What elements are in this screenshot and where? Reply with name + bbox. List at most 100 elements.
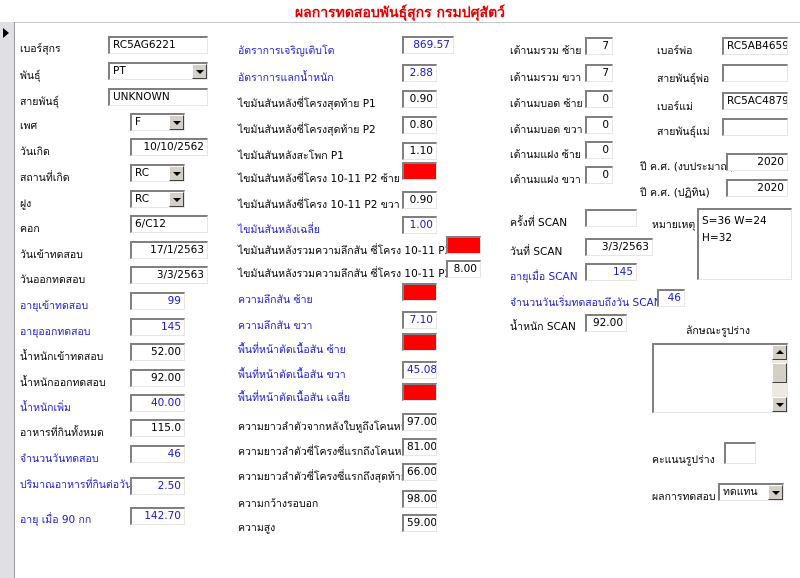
teats-inverted-right-field[interactable]: 0 [585,166,613,184]
bf-total-left-field[interactable] [446,236,481,254]
loin-area-left-label: พื้นที่หน้าตัดเนื้อสัน ซ้าย [238,344,346,356]
weight-out-label: น้ำหนักออกทดสอบ [20,377,106,389]
teats-total-left-field[interactable]: 7 [585,37,613,55]
remark-memo[interactable]: S=36 W=24 H=32 [697,208,792,280]
conformation-label: ลักษณะรูปร่าง [686,325,751,337]
chevron-down-icon[interactable] [169,166,184,181]
scroll-down-arrow-icon[interactable] [772,397,787,412]
loin-area-right-field[interactable]: 45.08 [402,361,437,379]
feed-per-day-label: ปริมาณอาหารที่กินต่อวัน [20,479,133,491]
sex-value: F [135,116,142,128]
scan-date-label: วันที่ SCAN [510,246,563,258]
loin-depth-right-field[interactable]: 7.10 [402,311,437,329]
test-in-date-label: วันเข้าทดสอบ [20,249,83,261]
pig-id-field[interactable]: RC5AG6221 [108,36,208,54]
birth-place-value: RC [135,167,150,179]
scan-no-field[interactable] [585,209,637,227]
chevron-down-icon[interactable] [192,64,207,79]
calendar-year-field[interactable]: 2020 [726,179,788,197]
chevron-down-icon[interactable] [169,115,184,130]
test-result-select[interactable]: ทดแทน [718,483,784,501]
dam-id-field[interactable]: RC5AC4879 [722,92,788,110]
budget-year-label: ปี ค.ศ. (งบประมาณ) [640,161,735,173]
scroll-up-arrow-icon[interactable] [772,345,787,360]
bf-last-rib-p1-label: ไขมันสันหลังซี่โครงสุดท้าย P1 [238,98,376,110]
teats-inverted-left-field[interactable]: 0 [585,141,613,159]
feed-total-label: อาหารที่กินทั้งหมด [20,427,104,439]
body-length-rib-last-label: ความยาวลำตัวซี่โครงซี่แรกถึงสุดท้าย [238,471,407,483]
test-in-date-field[interactable]: 17/1/2563 [130,241,208,259]
days-to-scan-label: จำนวนวันเริ่มทดสอบถึงวัน SCAN [510,297,662,309]
body-length-rib-last-field[interactable]: 66.00 [402,463,437,481]
fcr-field[interactable]: 2.88 [402,64,437,82]
body-length-tail-label: ความยาวลำตัวจากหลังใบหูถึงโคนหาง [238,421,412,433]
body-length-rib-tail-field[interactable]: 81.00 [402,438,437,456]
bf-last-rib-p2-field[interactable]: 0.80 [402,116,437,134]
loin-area-right-label: พื้นที่หน้าตัดเนื้อสัน ขวา [238,369,346,381]
birth-date-field[interactable]: 10/10/2562 [130,138,208,156]
pig-id-label: เบอร์สุกร [20,43,61,55]
herd-label: ฝูง [20,198,32,210]
sex-select[interactable]: F [130,113,185,131]
age-out-field[interactable]: 145 [130,318,185,336]
scan-no-label: ครั้งที่ SCAN [510,217,568,229]
days-to-scan-field[interactable]: 46 [657,289,685,307]
bf-avg-field[interactable]: 1.00 [402,216,437,234]
conformation-score-field[interactable] [724,442,756,464]
pen-field[interactable]: 6/C12 [130,215,208,233]
bf-total-left-label: ไขมันสันหลังรวมความลึกสัน ซี่โครง 10-11 … [238,245,474,257]
birth-place-select[interactable]: RC [130,164,185,182]
conformation-memo[interactable] [652,343,788,413]
teats-total-right-field[interactable]: 7 [585,64,613,82]
teats-blind-right-label: เต้านมบอด ขวา [510,124,583,136]
weight-out-field[interactable]: 92.00 [130,369,185,387]
test-days-field[interactable]: 46 [130,445,185,463]
loin-depth-left-label: ความลึกสัน ซ้าย [238,294,313,306]
feed-per-day-field[interactable]: 2.50 [130,477,185,495]
bf-hip-p1-label: ไขมันสันหลังสะโพก P1 [238,150,344,162]
bf-hip-p1-field[interactable]: 1.10 [402,142,437,160]
feed-total-field[interactable]: 115.0 [130,419,185,437]
age-90kg-field[interactable]: 142.70 [130,507,185,525]
chevron-down-icon[interactable] [768,485,783,500]
bf-last-rib-p1-field[interactable]: 0.90 [402,90,437,108]
bf-avg-label: ไขมันสันหลังเฉลี่ย [238,224,320,236]
budget-year-field[interactable]: 2020 [726,153,788,171]
dam-strain-field[interactable] [722,118,788,136]
adg-field[interactable]: 869.57 [402,36,454,54]
age-in-label: อายุเข้าทดสอบ [20,300,89,312]
bf-rib1011-left-field[interactable] [402,162,437,180]
loin-area-left-field[interactable] [402,333,437,351]
birth-place-label: สถานที่เกิด [20,172,70,184]
scan-weight-label: น้ำหนัก SCAN [510,321,576,333]
scan-age-field[interactable]: 145 [585,263,637,281]
chevron-down-icon[interactable] [169,192,184,207]
breed-select[interactable]: PT [108,62,208,80]
scan-date-field[interactable]: 3/3/2563 [585,238,653,256]
scan-weight-field[interactable]: 92.00 [585,314,627,332]
strain-field[interactable]: UNKNOWN [108,88,208,106]
chest-girth-field[interactable]: 98.00 [402,490,437,508]
height-field[interactable]: 59.00 [402,514,437,532]
age-in-field[interactable]: 99 [130,292,185,310]
scroll-thumb[interactable] [772,363,787,383]
sire-id-field[interactable]: RC5AB4659 [722,37,788,55]
loin-area-avg-field[interactable] [402,383,437,401]
test-days-label: จำนวนวันทดสอบ [20,453,99,465]
sire-strain-field[interactable] [722,64,788,82]
weight-gain-field[interactable]: 40.00 [130,394,185,412]
dam-strain-label: สายพันธุ์แม่ [657,126,710,138]
weight-in-field[interactable]: 52.00 [130,343,185,361]
conformation-scrollbar[interactable] [772,345,787,412]
sex-label: เพศ [20,120,38,132]
teats-blind-left-field[interactable]: 0 [585,90,613,108]
bf-rib1011-right-field[interactable]: 0.90 [402,191,437,209]
record-selector[interactable] [0,22,15,578]
teats-blind-right-field[interactable]: 0 [585,116,613,134]
teats-total-right-label: เต้านมรวม ขวา [510,72,582,84]
bf-total-right-field[interactable]: 8.00 [446,260,481,278]
test-out-date-field[interactable]: 3/3/2563 [130,266,208,284]
loin-depth-left-field[interactable] [402,283,437,301]
herd-select[interactable]: RC [130,190,185,208]
body-length-tail-field[interactable]: 97.00 [402,413,437,431]
